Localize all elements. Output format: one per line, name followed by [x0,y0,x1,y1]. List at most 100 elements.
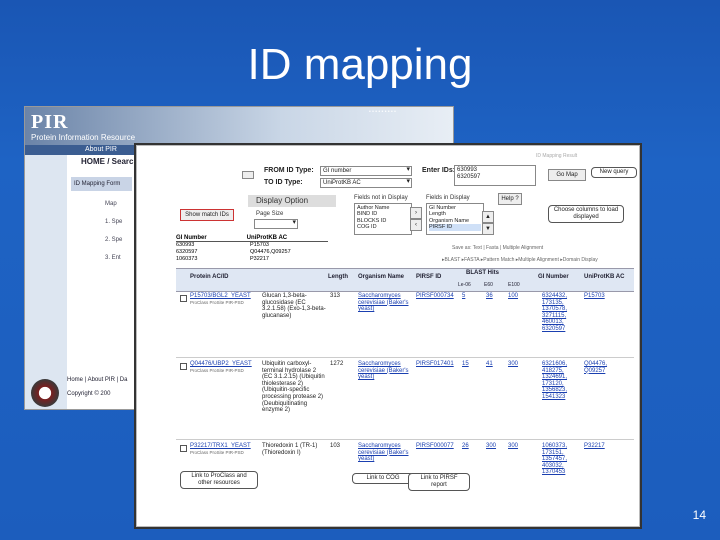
row-sub-links[interactable]: ProClass ProSite PIR-PSD [190,368,244,373]
step-item: 3. Ent [105,255,121,261]
go-map-button[interactable]: Go Map [548,169,586,181]
col-blast[interactable]: BLAST Hits [466,269,499,277]
pir-badge-icon [31,379,59,407]
blast-3[interactable]: 300 [508,361,518,368]
pirsf-link[interactable]: PIRSF000077 [416,443,454,450]
gi-list[interactable]: 6321606, 418275, 1324691, 173120, 135682… [542,361,572,401]
blast-2[interactable]: 36 [486,293,493,300]
fields-not-list[interactable]: Author Name BIND ID BLOCKS ID COG ID [354,203,412,235]
results-table-header: Protein AC/ID Length Organism Name PIRSF… [176,268,634,292]
protein-id-link[interactable]: Q04476/UBP2_YEAST [190,361,260,368]
to-id-select[interactable]: UniProtKB AC [320,178,412,188]
row-checkbox[interactable] [180,445,187,452]
row-checkbox[interactable] [180,363,187,370]
mapping-row: 630993 P15703 [176,242,328,249]
blast-1[interactable]: 26 [462,443,469,450]
row-sub-links[interactable]: ProClass ProSite PIR-PSD [190,450,244,455]
move-down-button[interactable]: ▼ [482,223,494,235]
pirsf-link[interactable]: PIRSF017401 [416,361,454,368]
id-mapping-result-window: ID Mapping Result FROM ID Type: GI numbe… [134,143,642,529]
ids-textarea[interactable]: 630993 6320597 [454,165,536,186]
step-item: Map [105,201,117,207]
help-button[interactable]: Help ? [498,193,522,205]
map-gi: 630993 [176,242,195,248]
folder-icon[interactable] [242,171,254,179]
col-pirsf[interactable]: PIRSF ID [416,273,441,281]
gi-list[interactable]: 6324432, 173135, 1370578, 3271115, 46001… [542,293,572,333]
protein-name: Ubiquitin carboxyl-terminal hydrolase 2 … [262,361,325,414]
page-size-select[interactable] [254,219,298,229]
enter-ids-label: Enter IDs: [422,167,456,174]
page-size-label: Page Size [256,211,284,217]
organism-link[interactable]: Saccharomyces cerevisiae (Baker's yeast) [358,293,412,313]
mapping-row: 1060373 P32217 [176,256,328,263]
map-ac: Q04476,Q09257 [250,249,291,255]
uniprot-link[interactable]: P15703 [584,293,605,300]
col-uniprot[interactable]: UniProtKB AC [584,273,624,281]
blast-1[interactable]: 15 [462,361,469,368]
blast-1[interactable]: 5 [462,293,465,300]
protein-id-link[interactable]: P32217/TRX1_YEAST [190,443,260,450]
id-line: 6320597 [457,174,481,180]
uniprot-link[interactable]: Q04476, Q09257 [584,361,610,374]
protein-name: Glucan 1,3-beta-glucosidase (EC 3.2.1.58… [262,293,326,319]
blast-2[interactable]: 300 [486,443,496,450]
nav-about[interactable]: About PIR [85,146,117,153]
blast-sub-3: E100 [508,282,520,288]
col-protein[interactable]: Protein AC/ID [190,273,228,281]
slide-title: ID mapping [247,40,473,89]
show-match-ids-button[interactable]: Show match IDs [180,209,234,221]
blast-sub-1: Le-06 [458,282,471,288]
callout-cog: Link to COG [352,473,414,484]
mapping-row: 6320597 Q04476,Q09257 [176,249,328,256]
map-ac: P15703 [250,242,269,248]
pir-subtitle: Protein Information Resource [31,133,136,142]
uniprot-link[interactable]: P32217 [584,443,605,450]
row-sub-links[interactable]: ProClass ProSite PIR-PSD [190,300,244,305]
length: 313 [330,293,341,299]
tab-id-mapping-form[interactable]: ID Mapping Form [71,177,132,191]
fields-in-list[interactable]: GI Number Length Organism Name PIRSF ID [426,203,484,235]
action-links[interactable]: ▸BLAST ▸FASTA ▸Pattern Match ▸Multiple A… [442,257,598,263]
protein-id-link[interactable]: P15703/BGL2_YEAST [190,293,251,300]
callout-choose-columns: Choose columns to load displayed [548,205,624,223]
blast-3[interactable]: 100 [508,293,518,300]
blast-3[interactable]: 300 [508,443,518,450]
pir-header-links: • • • • • • • • • [369,109,396,115]
length: 1272 [330,361,344,367]
col-length[interactable]: Length [328,273,348,281]
organism-link[interactable]: Saccharomyces cerevisiae (Baker's yeast) [358,361,412,381]
list-item[interactable]: COG ID [357,224,409,230]
add-field-button[interactable]: › [410,207,422,219]
save-as-links[interactable]: Save as: Text | Fasta | Multiple Alignme… [452,245,543,251]
pirsf-link[interactable]: PIRSF000734 [416,293,454,300]
from-id-select[interactable]: GI number [320,166,412,176]
col-gi[interactable]: GI Number [538,273,569,281]
mapping-popup: GI Number UniProtKB AC 630993 P15703 6320… [176,235,328,263]
length: 103 [330,443,341,449]
blast-2[interactable]: 41 [486,361,493,368]
callout-new-query: New query [591,167,637,178]
map-gi: 6320597 [176,249,198,255]
pir-logo[interactable]: PIR [31,111,68,134]
protein-name: Thioredoxin 1 (TR-1) (Thioredoxin I) [262,443,318,456]
blast-sub-2: E60 [484,282,493,288]
copyright: Copyright © 200 [67,391,111,397]
remove-field-button[interactable]: ‹ [410,219,422,231]
col-organism[interactable]: Organism Name [358,273,404,281]
list-item[interactable]: PIRSF ID [429,224,481,231]
pir-header: PIR Protein Information Resource • • • •… [25,107,453,145]
map-gi: 1060373 [176,256,198,262]
breadcrumb: ID Mapping Result [536,153,578,159]
row-checkbox[interactable] [180,295,187,302]
organism-link[interactable]: Saccharomyces cerevisiae (Baker's yeast) [358,443,412,463]
mapping-header: GI Number UniProtKB AC [176,235,328,242]
to-id-label: TO ID Type: [264,179,303,186]
gi-list[interactable]: 1060373, 173151, 1357457, 403032, 137045… [542,443,572,476]
display-option-bar: Display Option [248,195,336,207]
footer-links[interactable]: Home | About PIR | Da [67,377,127,383]
move-up-button[interactable]: ▲ [482,211,494,223]
map-col-ac: UniProtKB AC [246,235,288,241]
step-item: 2. Spe [105,237,123,243]
pir-footer: Home | About PIR | Da Copyright © 200 [67,377,127,397]
